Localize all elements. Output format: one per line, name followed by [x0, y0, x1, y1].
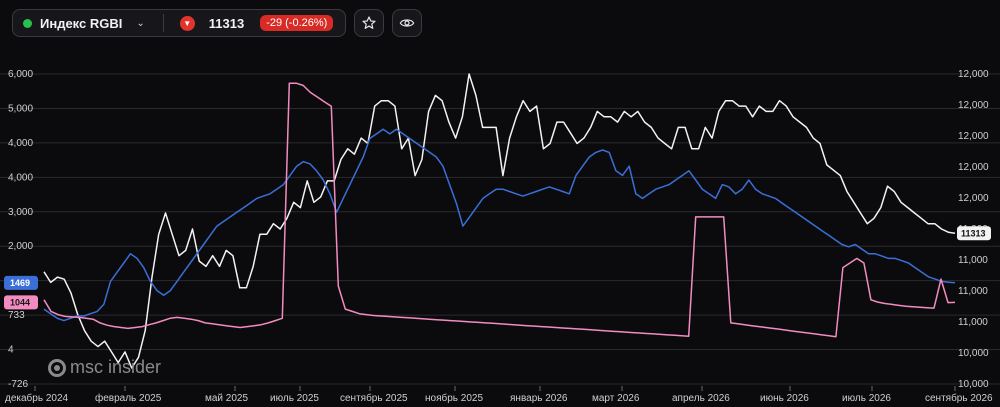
right-tick-label: 12,000: [958, 162, 989, 173]
series-line-2: [43, 82, 956, 338]
left-tick-label: 2,000: [8, 241, 33, 252]
logo-icon: [48, 358, 66, 377]
left-tick-label: 4,000: [8, 172, 33, 183]
right-tick-label: 12,000: [958, 131, 989, 142]
value-tag-label: 1469: [10, 278, 30, 288]
left-tick-label: -726: [8, 379, 28, 390]
x-tick-label: март 2026: [592, 393, 640, 404]
x-tick-label: июль 2026: [842, 393, 891, 404]
right-tick-label: 11,000: [958, 255, 988, 266]
right-tick-label: 12,000: [958, 100, 989, 111]
chart-area: 6,0005,0004,0004,0003,0002,0001,0007334-…: [0, 69, 1000, 404]
grid: [0, 73, 1000, 385]
x-tick-label: февраль 2025: [95, 392, 162, 404]
left-tick-label: 6,000: [8, 69, 33, 80]
watermark-logo: msc insider: [48, 357, 161, 378]
left-tick-label: 733: [8, 310, 25, 321]
left-tick-label: 5,000: [8, 103, 33, 114]
x-tick-label: май 2025: [205, 393, 248, 404]
watermark-text: msc insider: [70, 357, 162, 377]
series-line-1: [43, 128, 956, 322]
x-tick-label: январь 2026: [510, 393, 568, 404]
x-tick-label: апрель 2026: [672, 393, 730, 404]
value-tag-label: 1044: [10, 297, 30, 307]
right-tick-label: 10,000: [958, 348, 989, 359]
series-lines: [43, 73, 956, 369]
x-tick-label: июнь 2026: [760, 393, 809, 404]
x-tick-label: сентябрь 2026: [925, 392, 993, 404]
left-tick-label: 4: [8, 345, 14, 356]
value-tag-label: 11313: [961, 228, 986, 238]
right-tick-label: 12,000: [958, 193, 989, 204]
right-tick-label: 10,000: [958, 379, 989, 390]
x-axis: декабрь 2024 февраль 2025 май 2025 июль 202…: [5, 386, 993, 404]
x-tick-label: июль 2025: [270, 393, 319, 404]
right-tick-label: 11,000: [958, 286, 988, 297]
x-tick-label: декабрь 2024: [5, 392, 69, 404]
right-tick-label: 12,000: [958, 69, 989, 80]
left-axis: 6,0005,0004,0004,0003,0002,0001,0007334-…: [8, 69, 33, 390]
left-tick-label: 4,000: [8, 138, 33, 149]
x-tick-label: сентябрь 2025: [340, 392, 408, 404]
x-tick-label: ноябрь 2025: [425, 392, 483, 404]
left-tick-label: 3,000: [8, 207, 33, 218]
right-tick-label: 11,000: [958, 317, 988, 328]
